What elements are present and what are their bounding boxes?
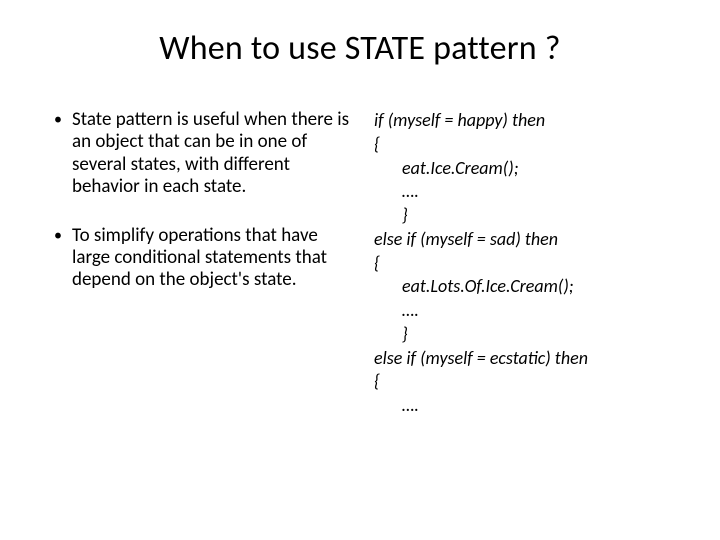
code-line: else if (myself = ecstatic) then (374, 347, 672, 371)
code-line: if (myself = happy) then (374, 109, 672, 133)
code-line: { (374, 133, 672, 157)
code-line: else if (myself = sad) then (374, 228, 672, 252)
code-line: } (374, 323, 672, 347)
code-line: { (374, 370, 672, 394)
slide: When to use STATE pattern ? • State patt… (0, 0, 720, 540)
slide-title: When to use STATE pattern ? (48, 28, 672, 69)
bullet-text: State pattern is useful when there is an… (72, 109, 352, 199)
code-line: { (374, 252, 672, 276)
code-line: eat.Lots.Of.Ice.Cream(); (374, 275, 672, 299)
code-line: …. (374, 394, 672, 418)
code-line: } (374, 204, 672, 228)
bullet-item: • State pattern is useful when there is … (54, 109, 352, 199)
bullet-text: To simplify operations that have large c… (72, 225, 352, 292)
left-column: • State pattern is useful when there is … (48, 109, 352, 418)
bullet-icon: • (54, 109, 72, 199)
code-line: …. (374, 180, 672, 204)
code-line: …. (374, 299, 672, 323)
content-area: • State pattern is useful when there is … (48, 109, 672, 418)
code-block: if (myself = happy) then { eat.Ice.Cream… (370, 109, 672, 418)
bullet-item: • To simplify operations that have large… (54, 225, 352, 292)
bullet-icon: • (54, 225, 72, 292)
code-line: eat.Ice.Cream(); (374, 157, 672, 181)
